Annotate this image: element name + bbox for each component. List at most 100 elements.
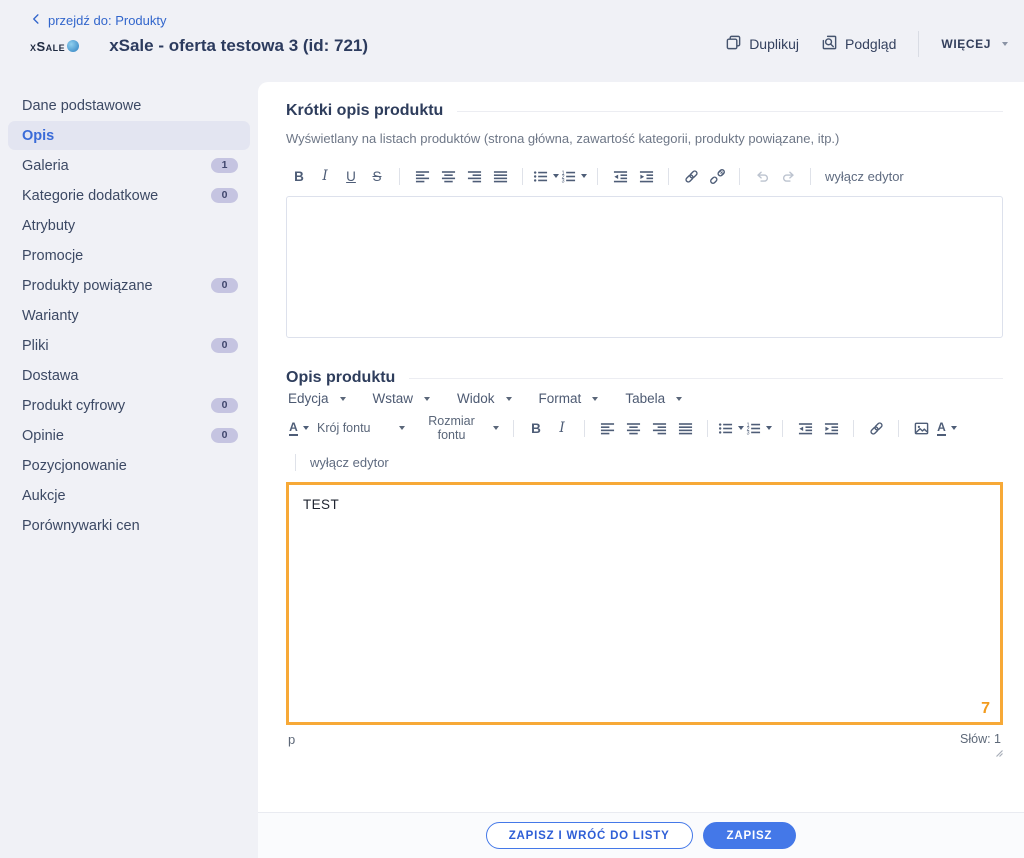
menu-wstaw[interactable]: Wstaw [373,391,431,406]
sidebar-item-pozycjonowanie[interactable]: Pozycjonowanie [8,451,250,480]
italic-button[interactable]: I [313,164,337,188]
sidebar-item-label: Produkt cyfrowy [22,398,125,414]
toolbar-divider [522,168,523,185]
indent-button[interactable] [634,164,658,188]
sidebar-item-label: Dostawa [22,368,78,384]
description-toolbar: AKrój fontuRozmiar fontuBI123A [286,414,1003,442]
sidebar-item-label: Opis [22,128,54,144]
menu-label: Tabela [625,391,665,406]
sidebar-item-dane-podstawowe[interactable]: Dane podstawowe [8,91,250,120]
sidebar-item-kategorie-dodatkowe[interactable]: Kategorie dodatkowe0 [8,181,250,210]
menu-widok[interactable]: Widok [457,391,512,406]
outdent-icon [798,421,813,436]
unlink-button[interactable] [705,164,729,188]
align-justify-button[interactable] [488,164,512,188]
duplikuj-button[interactable]: Duplikuj [725,34,799,54]
redo-button[interactable] [776,164,800,188]
short-description-editor[interactable] [286,196,1003,338]
sidebar-item-aukcje[interactable]: Aukcje [8,481,250,510]
sidebar-item-promocje[interactable]: Promocje [8,241,250,270]
outdent-button[interactable] [608,164,632,188]
numbered-list-button[interactable]: 123 [561,164,587,188]
indent-button[interactable] [819,416,843,440]
forecolor-button[interactable]: A [287,416,311,440]
outdent-button[interactable] [793,416,817,440]
menu-tabela[interactable]: Tabela [625,391,682,406]
menu-label: Wstaw [373,391,414,406]
breadcrumb-label: przejdź do: Produkty [48,13,167,28]
resize-grip-icon[interactable] [993,747,1003,757]
bold-button[interactable]: B [524,416,548,440]
toolbar-divider [782,420,783,437]
more-button[interactable]: WIĘCEJ [941,37,1008,51]
italic-icon: I [559,420,564,436]
disable-editor-link[interactable]: wyłącz edytor [821,164,908,188]
chevron-left-icon [30,13,42,28]
toolbar-divider [853,420,854,437]
section-rule [457,111,1003,112]
header-divider [918,31,919,57]
toolbar-divider [513,420,514,437]
font-family-select[interactable]: Krój fontu [313,416,409,440]
align-right-button[interactable] [647,416,671,440]
toolbar-divider [707,420,708,437]
footer: ZAPISZ I WRÓĆ DO LISTY ZAPISZ [258,812,1024,858]
align-left-button[interactable] [595,416,619,440]
sidebar-item-galeria[interactable]: Galeria1 [8,151,250,180]
save-and-back-button[interactable]: ZAPISZ I WRÓĆ DO LISTY [486,822,693,849]
font-size-select[interactable]: Rozmiar fontu [411,416,503,440]
indent-icon [639,169,654,184]
italic-button[interactable]: I [550,416,574,440]
bullet-list-button[interactable] [718,416,744,440]
image-button[interactable] [909,416,933,440]
align-left-button[interactable] [410,164,434,188]
toolbar-divider [399,168,400,185]
caret-down-icon [766,426,772,430]
align-center-button[interactable] [436,164,460,188]
underline-button[interactable]: U [339,164,363,188]
menu-format[interactable]: Format [539,391,599,406]
element-path: p [288,732,295,747]
undo-button[interactable] [750,164,774,188]
strikethrough-button[interactable]: S [365,164,389,188]
main-panel: Krótki opis produktu Wyświetlany na list… [258,82,1024,812]
sidebar-item-pliki[interactable]: Pliki0 [8,331,250,360]
sidebar-item-opinie[interactable]: Opinie0 [8,421,250,450]
toolbar-divider [597,168,598,185]
disable-editor-link[interactable]: wyłącz edytor [306,450,393,474]
count-badge: 1 [211,158,238,173]
description-section: Opis produktu EdycjaWstawWidokFormatTabe… [286,369,1003,757]
sidebar: Dane podstawowe Opis Galeria1Kategorie dod… [0,82,258,858]
numbered-list-icon: 123 [561,169,576,184]
save-button[interactable]: ZAPISZ [703,822,797,849]
sidebar-item-atrybuty[interactable]: Atrybuty [8,211,250,240]
podgląd-button[interactable]: Podgląd [821,34,896,54]
sidebar-item-produkty-powiązane[interactable]: Produkty powiązane0 [8,271,250,300]
breadcrumb[interactable]: przejdź do: Produkty [30,13,167,28]
align-justify-button[interactable] [673,416,697,440]
sidebar-item-dostawa[interactable]: Dostawa [8,361,250,390]
forecolor-button[interactable]: A [935,416,959,440]
numbered-list-button[interactable]: 123 [746,416,772,440]
italic-icon: I [322,168,327,184]
align-right-button[interactable] [462,164,486,188]
sidebar-item-produkt-cyfrowy[interactable]: Produkt cyfrowy0 [8,391,250,420]
sidebar-item-warianty[interactable]: Warianty [8,301,250,330]
bold-button[interactable]: B [287,164,311,188]
link-button[interactable] [679,164,703,188]
sidebar-item-opis[interactable]: Opis [8,121,250,150]
description-editor-content: TEST [303,497,986,512]
link-button[interactable] [864,416,888,440]
description-editor[interactable]: TEST 7 [286,482,1003,725]
select-value: Rozmiar fontu [415,414,488,442]
align-center-button[interactable] [621,416,645,440]
caret-down-icon [493,426,499,430]
align-center-icon [626,421,641,436]
forecolor-icon: A [937,421,946,436]
sidebar-item-porównywarki-cen[interactable]: Porównywarki cen [8,511,250,540]
menu-edycja[interactable]: Edycja [288,391,346,406]
toolbar-divider [668,168,669,185]
link-icon [684,169,699,184]
bullet-list-button[interactable] [533,164,559,188]
toolbar-link-label: wyłącz edytor [306,455,393,470]
